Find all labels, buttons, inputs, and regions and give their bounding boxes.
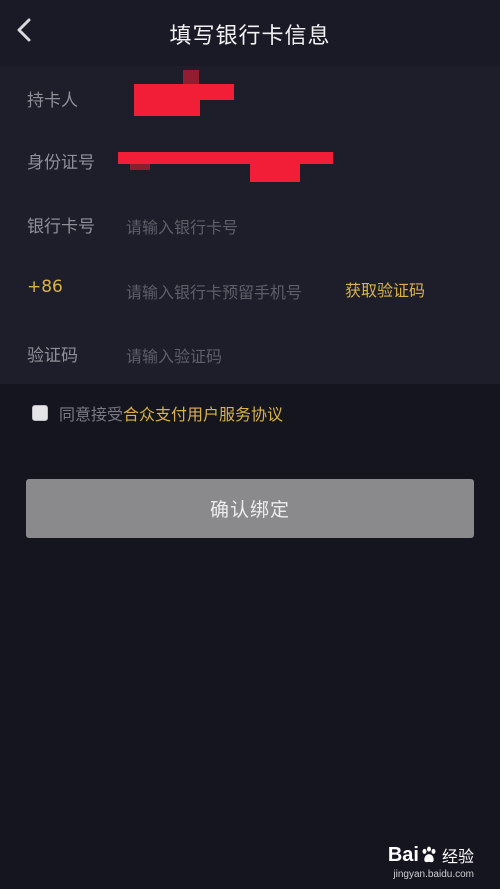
bank-card-form: 持卡人 身份证号 银行卡号 +86 获取验证码 验证码 — [0, 66, 500, 384]
phone-row: +86 获取验证码 — [0, 259, 500, 319]
verify-code-label: 验证码 — [27, 346, 78, 366]
baidu-logo-text: Bai — [387, 843, 419, 866]
top-bar: 填写银行卡信息 — [0, 0, 500, 66]
card-number-label: 银行卡号 — [27, 217, 95, 237]
paw-icon — [422, 846, 436, 863]
confirm-bind-button[interactable]: 确认绑定 — [26, 479, 474, 538]
agreement-checkbox[interactable] — [32, 405, 48, 421]
phone-input[interactable] — [118, 276, 338, 308]
agreement-prefix: 同意接受 — [59, 405, 124, 424]
id-number-row: 身份证号 — [0, 130, 500, 190]
cardholder-row: 持卡人 — [0, 66, 500, 126]
page-title: 填写银行卡信息 — [169, 24, 331, 49]
card-number-input[interactable] — [118, 211, 338, 243]
agreement-link[interactable]: 合众支付用户服务协议 — [123, 401, 283, 425]
id-number-label: 身份证号 — [27, 153, 95, 173]
verify-code-input[interactable] — [118, 340, 338, 372]
watermark-url: jingyan.baidu.com — [393, 869, 474, 880]
verify-code-row: 验证码 — [0, 323, 500, 383]
baidu-logo: Bai 经验 — [388, 843, 474, 867]
cardholder-label: 持卡人 — [27, 91, 78, 111]
agreement-row: 同意接受 合众支付用户服务协议 — [32, 402, 283, 424]
get-code-button[interactable]: 获取验证码 — [345, 277, 425, 301]
baidu-jingyan-watermark: Bai 经验 jingyan.baidu.com — [354, 843, 474, 881]
jingyan-text: 经验 — [441, 849, 474, 866]
phone-country-code: +86 — [27, 277, 63, 297]
card-number-row: 银行卡号 — [0, 194, 500, 254]
